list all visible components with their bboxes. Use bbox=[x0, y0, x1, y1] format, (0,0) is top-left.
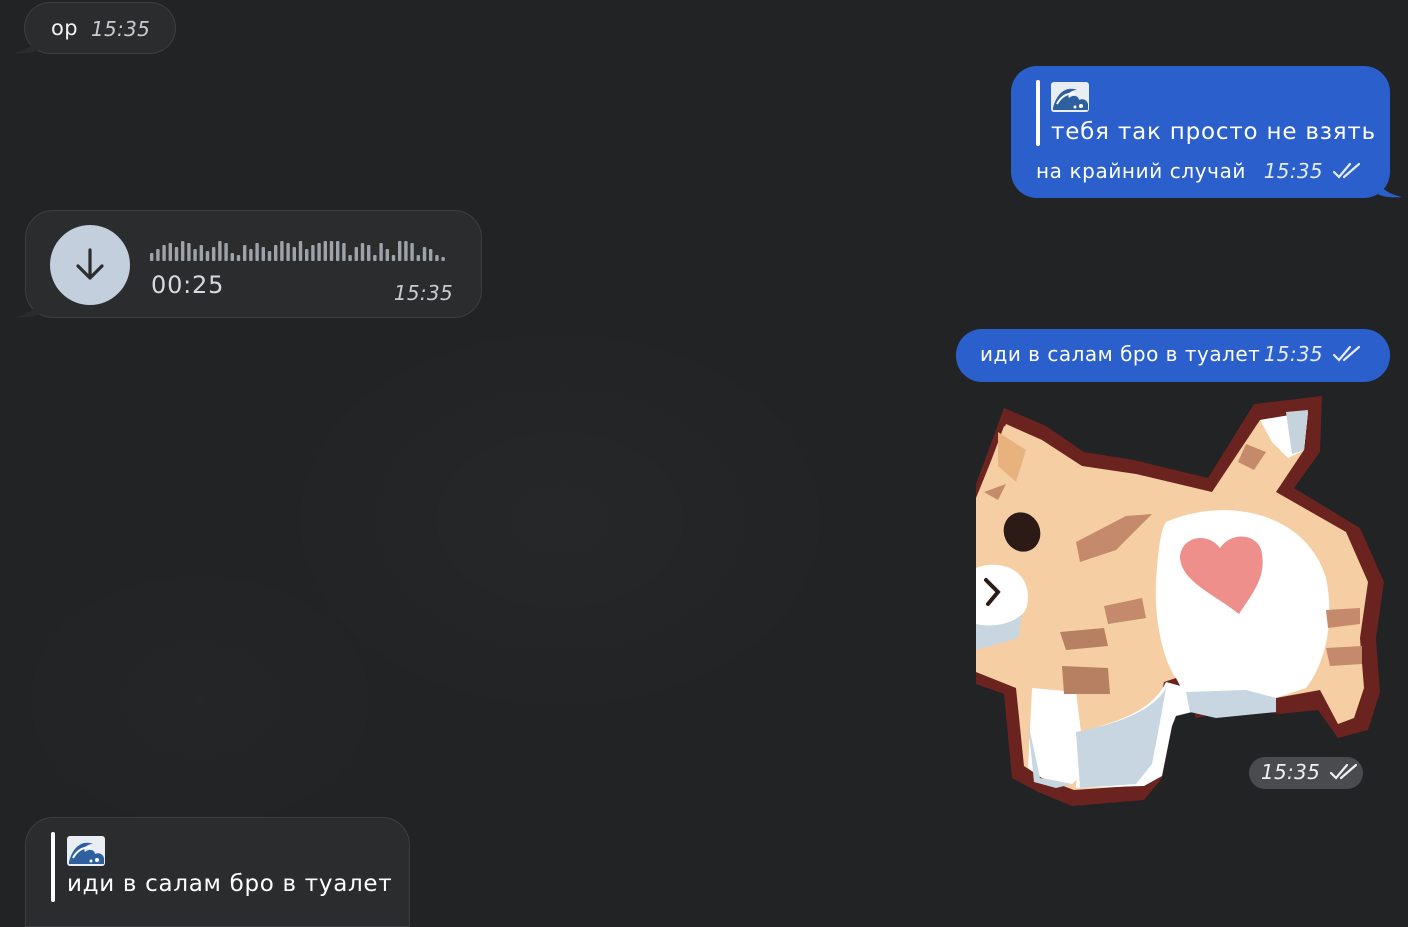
outgoing-message[interactable]: тебя так просто не взять на крайний случ… bbox=[1011, 66, 1402, 198]
waveform-bar bbox=[360, 243, 365, 261]
waveform-bar bbox=[255, 243, 259, 261]
waveform-bar bbox=[168, 243, 172, 261]
waveform-bar bbox=[205, 251, 210, 261]
waveform-bar bbox=[199, 245, 203, 261]
waveform-bar bbox=[429, 249, 433, 261]
waveform-bar bbox=[354, 247, 358, 261]
wave-emoji-icon bbox=[1051, 82, 1089, 112]
waveform-bar bbox=[212, 247, 216, 261]
waveform-bar bbox=[311, 245, 315, 261]
waveform-bar bbox=[385, 249, 389, 261]
message-time: 15:35 bbox=[1261, 760, 1321, 784]
bubble-tail bbox=[15, 298, 41, 318]
waveform-bar bbox=[422, 247, 427, 261]
waveform-bar bbox=[181, 241, 185, 261]
waveform-bar bbox=[373, 255, 377, 261]
waveform-bar bbox=[274, 245, 278, 261]
waveform-bar bbox=[174, 247, 179, 261]
wave-emoji-icon bbox=[67, 836, 105, 866]
message-time: 15:35 bbox=[393, 281, 453, 305]
message-time: 15:35 bbox=[1263, 342, 1323, 366]
waveform-bar bbox=[435, 255, 439, 261]
waveform-bar bbox=[286, 243, 290, 261]
message-text: на крайний случай bbox=[1036, 159, 1247, 183]
waveform-bar bbox=[193, 249, 197, 261]
double-check-icon bbox=[1332, 162, 1361, 179]
waveform-bar bbox=[292, 247, 296, 261]
voice-duration: 00:25 bbox=[151, 271, 225, 299]
waveform-bar bbox=[267, 251, 272, 261]
waveform-bar bbox=[243, 245, 247, 261]
message-text: иди в салам бро в туалет bbox=[980, 342, 1261, 366]
cat-sticker[interactable] bbox=[976, 392, 1388, 808]
sticker-time-badge: 15:35 bbox=[1249, 757, 1363, 789]
waveform-bar bbox=[236, 255, 241, 261]
waveform-bar bbox=[261, 247, 265, 261]
voice-waveform[interactable] bbox=[150, 237, 450, 261]
waveform-bar bbox=[156, 249, 160, 261]
waveform-bar bbox=[391, 255, 396, 261]
waveform-bar bbox=[162, 245, 166, 261]
waveform-bar bbox=[379, 243, 383, 261]
waveform-bar bbox=[404, 241, 408, 261]
double-check-icon bbox=[1332, 345, 1361, 362]
download-button[interactable] bbox=[50, 225, 130, 305]
arrow-down-icon bbox=[76, 248, 104, 280]
waveform-bar bbox=[398, 241, 402, 261]
message-time: 15:35 bbox=[91, 17, 151, 41]
waveform-bar bbox=[367, 245, 371, 261]
incoming-message[interactable]: иди в салам бро в туалет bbox=[25, 817, 410, 927]
bubble-tail bbox=[1376, 178, 1402, 198]
waveform-bar bbox=[410, 243, 414, 261]
waveform-bar bbox=[441, 257, 445, 261]
message-text: ор bbox=[51, 16, 78, 40]
waveform-bar bbox=[323, 241, 327, 261]
waveform-bar bbox=[298, 241, 303, 261]
waveform-bar bbox=[150, 253, 154, 261]
waveform-bar bbox=[317, 243, 321, 261]
message-meta: 15:35 bbox=[1264, 159, 1362, 183]
waveform-bar bbox=[342, 243, 346, 261]
quote-bar bbox=[51, 832, 55, 902]
waveform-bar bbox=[224, 243, 228, 261]
bubble-tail bbox=[14, 34, 40, 54]
double-check-icon bbox=[1330, 763, 1358, 780]
message-meta: 15:35 bbox=[1264, 342, 1362, 366]
waveform-bar bbox=[187, 243, 191, 261]
waveform-bar bbox=[305, 249, 309, 261]
waveform-bar bbox=[249, 249, 253, 261]
quote-bar bbox=[1036, 80, 1040, 146]
quoted-text: тебя так просто не взять bbox=[1051, 119, 1376, 145]
waveform-bar bbox=[329, 241, 334, 261]
waveform-bar bbox=[348, 255, 352, 261]
waveform-bar bbox=[218, 241, 222, 261]
waveform-bar bbox=[336, 241, 340, 261]
waveform-bar bbox=[416, 255, 420, 261]
incoming-message[interactable]: ор 15:35 bbox=[14, 2, 176, 54]
quoted-text: иди в салам бро в туалет bbox=[67, 871, 393, 897]
message-time: 15:35 bbox=[1263, 159, 1323, 183]
waveform-bar bbox=[230, 253, 234, 261]
outgoing-message[interactable]: иди в салам бро в туалет 15:35 bbox=[956, 329, 1390, 382]
waveform-bar bbox=[280, 241, 284, 261]
voice-message[interactable]: 00:25 15:35 bbox=[15, 210, 482, 318]
